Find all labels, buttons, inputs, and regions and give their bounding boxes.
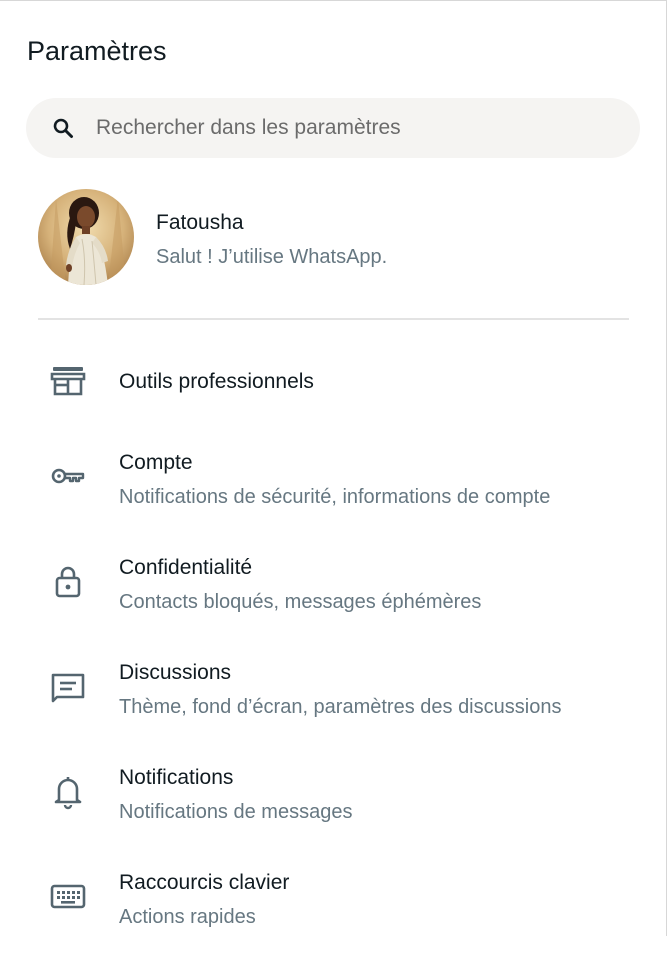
- menu-item-account[interactable]: Compte Notifications de sécurité, inform…: [0, 434, 667, 539]
- menu-item-description: Contacts bloqués, messages éphémères: [119, 591, 482, 613]
- page-title: Paramètres: [27, 36, 167, 66]
- divider: [38, 318, 629, 320]
- menu-item-privacy[interactable]: Confidentialité Contacts bloqués, messag…: [0, 539, 667, 644]
- menu-item-label: Compte: [119, 451, 193, 474]
- store-icon: [50, 367, 86, 396]
- menu-item-description: Notifications de messages: [119, 801, 353, 823]
- chat-icon: [51, 673, 85, 703]
- menu-item-notifications[interactable]: Notifications Notifications de messages: [0, 749, 667, 854]
- avatar[interactable]: [38, 189, 134, 285]
- search-input[interactable]: [96, 98, 616, 158]
- profile-status: Salut ! J’utilise WhatsApp.: [156, 246, 388, 268]
- search-icon: [53, 118, 73, 138]
- keyboard-icon: [50, 884, 86, 909]
- menu-item-label: Outils professionnels: [119, 370, 314, 393]
- profile-section[interactable]: Fatousha Salut ! J’utilise WhatsApp.: [0, 177, 667, 297]
- menu-item-label: Notifications: [119, 766, 234, 789]
- menu-item-business-tools[interactable]: Outils professionnels: [0, 329, 667, 434]
- menu-item-label: Confidentialité: [119, 556, 253, 579]
- menu-item-label: Raccourcis clavier: [119, 871, 290, 894]
- menu-item-description: Actions rapides: [119, 906, 256, 928]
- menu-item-keyboard-shortcuts[interactable]: Raccourcis clavier Actions rapides: [0, 854, 667, 959]
- settings-panel: Paramètres Rechercher dans les paramètre…: [0, 0, 667, 936]
- menu-item-chats[interactable]: Discussions Thème, fond d’écran, paramèt…: [0, 644, 667, 749]
- bell-icon: [54, 777, 82, 810]
- avatar-image: [38, 189, 134, 285]
- menu-item-label: Discussions: [119, 661, 232, 684]
- menu-item-description: Notifications de sécurité, informations …: [119, 486, 551, 508]
- key-icon: [51, 468, 85, 484]
- menu-item-description: Thème, fond d’écran, paramètres des disc…: [119, 696, 562, 718]
- lock-icon: [55, 566, 81, 598]
- search-bar[interactable]: [26, 98, 640, 158]
- profile-name: Fatousha: [156, 211, 244, 234]
